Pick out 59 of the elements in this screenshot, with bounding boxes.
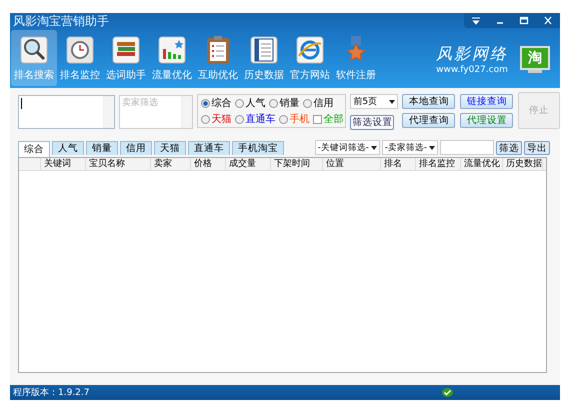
tab[interactable]: 信用 <box>120 141 152 155</box>
column-header[interactable]: 关键词 <box>41 158 86 170</box>
option-label[interactable]: 天猫 <box>212 112 232 126</box>
option-label[interactable]: 综合 <box>212 96 232 110</box>
brand-name: 风影网络 <box>436 44 508 64</box>
tab[interactable]: 天猫 <box>154 141 186 155</box>
brand-url: www.fy027.com <box>436 64 508 74</box>
caret-icon <box>389 100 396 104</box>
column-header[interactable]: 宝贝名称 <box>86 158 151 170</box>
filter-settings-button[interactable]: 筛选设置 <box>350 115 394 130</box>
tab[interactable]: 综合 <box>18 141 50 157</box>
keyword-filter-dropdown[interactable]: -关键词筛选- <box>314 140 380 155</box>
query-button[interactable]: 链接查询 <box>460 94 514 109</box>
query-button[interactable]: 代理查询 <box>402 113 456 128</box>
browser-icon <box>294 34 326 66</box>
pages-dropdown[interactable]: 前5页 <box>350 94 398 109</box>
option-label[interactable]: 直通车 <box>246 112 276 126</box>
option-label[interactable]: 人气 <box>246 96 266 110</box>
column-header[interactable]: 排名 <box>381 158 416 170</box>
checkbox[interactable] <box>312 114 322 124</box>
radio-button[interactable] <box>278 114 288 124</box>
document-icon <box>248 34 280 66</box>
tab[interactable]: 人气 <box>52 141 84 155</box>
radio-button[interactable] <box>302 98 312 108</box>
export-button[interactable]: 导出 <box>524 140 550 154</box>
column-header[interactable]: 价格 <box>191 158 226 170</box>
filter-input[interactable] <box>440 140 494 155</box>
keyword-input[interactable] <box>18 95 116 129</box>
column-header[interactable]: 排名监控 <box>416 158 461 170</box>
radio-button[interactable] <box>200 98 210 108</box>
option-label[interactable]: 销量 <box>280 96 300 110</box>
filter-button[interactable]: 筛选 <box>496 140 522 154</box>
window-title: 风影淘宝营销助手 <box>12 13 109 30</box>
column-header[interactable]: 流量优化 <box>461 158 503 170</box>
clock-icon <box>64 34 96 66</box>
column-header[interactable]: 位置 <box>323 158 381 170</box>
column-header[interactable]: 下架时间 <box>271 158 323 170</box>
books-icon <box>110 34 142 66</box>
query-button[interactable]: 代理设置 <box>460 113 514 128</box>
radio-button[interactable] <box>234 114 244 124</box>
monitor-icon: 淘 <box>520 46 550 72</box>
seller-filter-dropdown[interactable]: -卖家筛选- <box>382 140 438 155</box>
option-label[interactable]: 信用 <box>314 96 334 110</box>
radio-button[interactable] <box>234 98 244 108</box>
version-text: 程序版本：1.9.2.7 <box>13 386 90 399</box>
caret-icon <box>370 146 377 150</box>
column-header[interactable]: 历史数据 <box>503 158 543 170</box>
query-button[interactable]: 本地查询 <box>402 94 456 109</box>
column-header[interactable]: 成交量 <box>226 158 271 170</box>
caret-icon <box>429 146 435 150</box>
radio-button[interactable] <box>200 114 210 124</box>
radio-button[interactable] <box>268 98 278 108</box>
search-icon <box>18 34 50 66</box>
tab[interactable]: 销量 <box>86 141 118 155</box>
check-icon <box>442 388 452 397</box>
tab[interactable]: 直通车 <box>188 141 230 155</box>
bar-chart-icon <box>156 34 188 66</box>
tab[interactable]: 手机淘宝 <box>232 141 284 155</box>
column-header[interactable]: 卖家 <box>151 158 191 170</box>
